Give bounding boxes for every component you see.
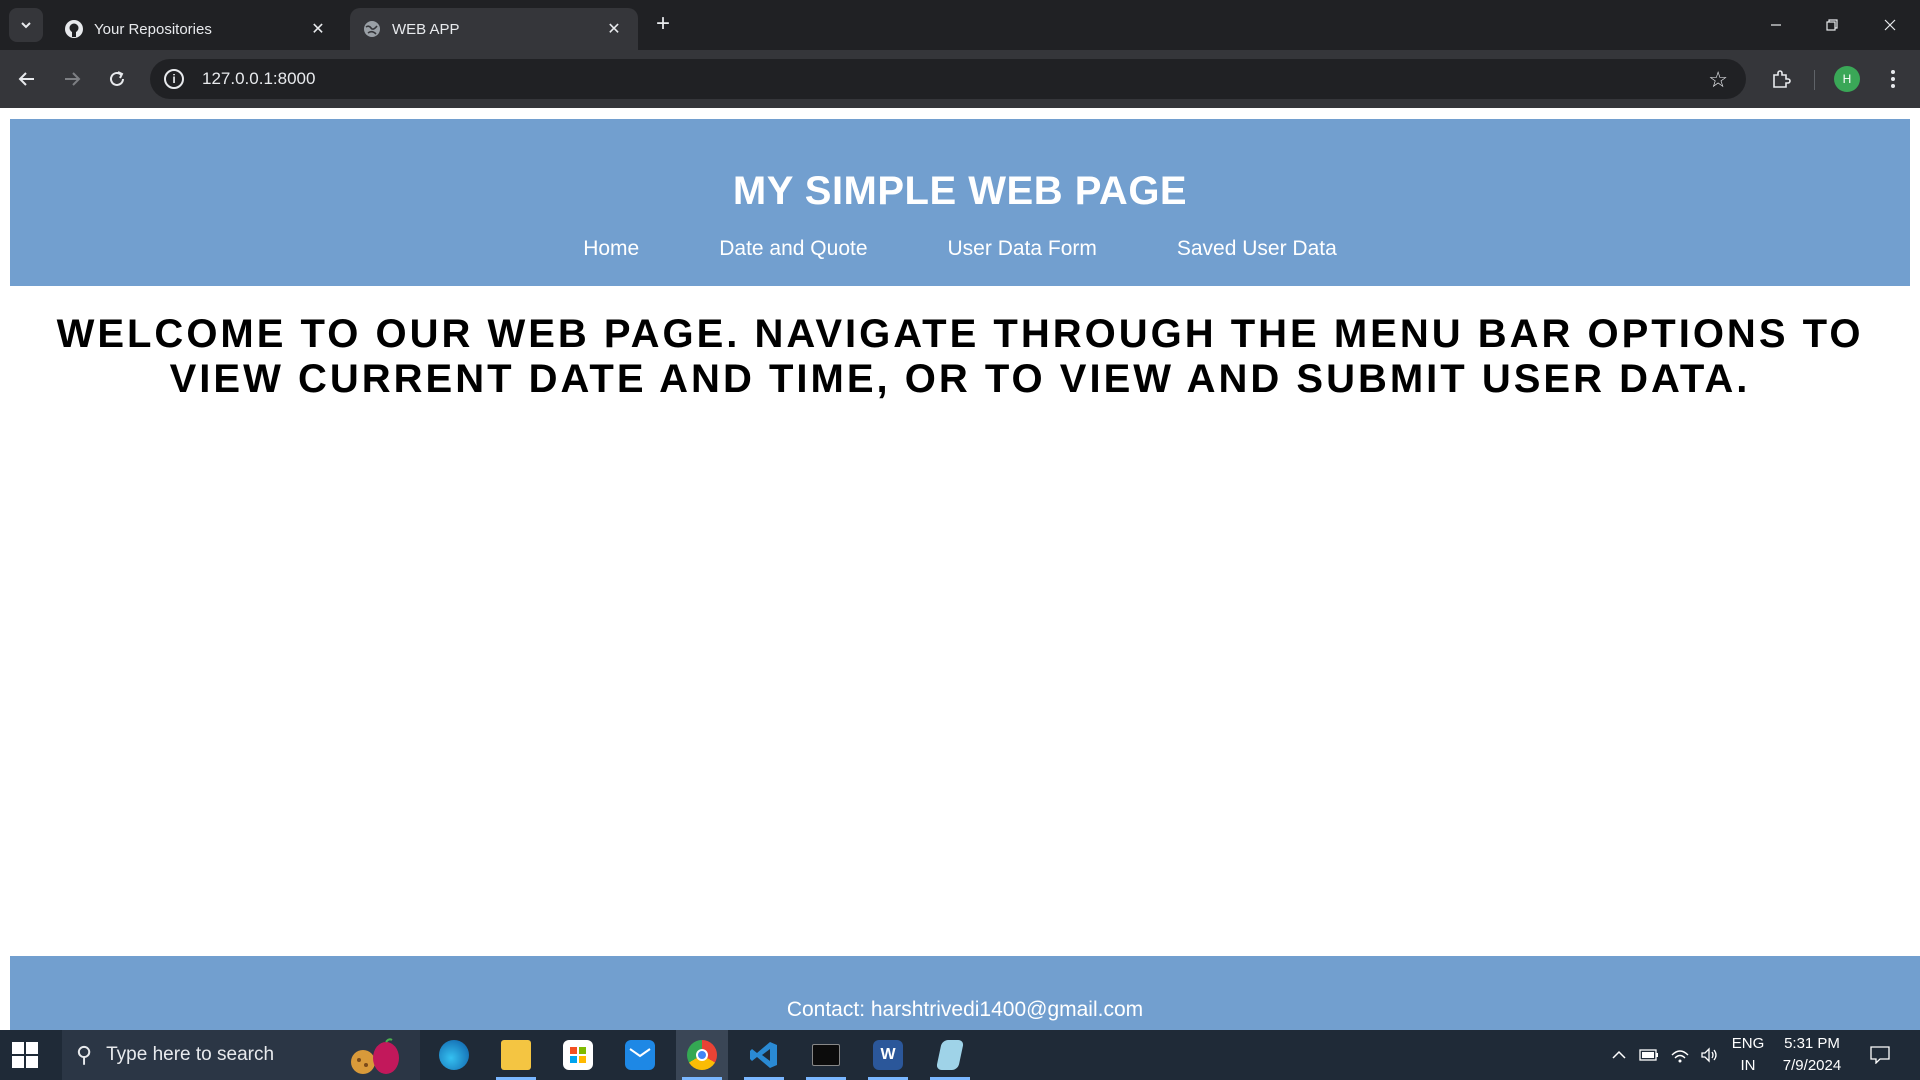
windows-logo-icon — [26, 1056, 38, 1068]
page-viewport: MY SIMPLE WEB PAGE Home Date and Quote U… — [0, 108, 1920, 1030]
back-button[interactable] — [10, 62, 44, 96]
language-code: ENG — [1731, 1035, 1765, 1052]
store-tiles-icon — [570, 1047, 586, 1063]
minimize-icon — [1771, 24, 1781, 26]
close-window-button[interactable] — [1870, 10, 1910, 40]
reload-icon — [110, 71, 124, 86]
battery-shape-icon — [1639, 1049, 1658, 1061]
browser-tab-strip: Your Repositories ✕ WEB APP ✕ + — [0, 0, 1920, 50]
clock-time: 5:31 PM — [1784, 1035, 1840, 1052]
windows-logo-icon — [26, 1042, 38, 1054]
chevron-down-icon — [21, 22, 31, 29]
browser-menu-button[interactable] — [1876, 62, 1910, 96]
site-title: MY SIMPLE WEB PAGE — [732, 169, 1188, 213]
chrome-icon — [687, 1040, 717, 1070]
nav-link-user-data-form[interactable]: User Data Form — [948, 237, 1097, 261]
close-icon[interactable]: ✕ — [308, 19, 328, 39]
nav-link-date-and-quote[interactable]: Date and Quote — [719, 237, 867, 261]
restore-button[interactable] — [1812, 10, 1852, 40]
search-placeholder: Type here to search — [106, 1044, 275, 1065]
search-highlight-icon — [351, 1038, 399, 1074]
arrow-right-icon — [65, 72, 81, 86]
minimize-button[interactable] — [1756, 10, 1796, 40]
taskbar-app-mail[interactable] — [614, 1030, 666, 1080]
restore-icon — [1826, 19, 1838, 31]
more-vertical-icon — [1891, 70, 1895, 88]
new-tab-button[interactable]: + — [650, 12, 676, 38]
arrow-left-icon — [18, 72, 34, 86]
tab-title: WEB APP — [392, 20, 460, 38]
taskbar-search-box[interactable]: ⚲ Type here to search — [62, 1030, 420, 1080]
tab-title: Your Repositories — [94, 20, 212, 38]
speaker-icon — [1701, 1047, 1717, 1063]
close-icon — [1884, 19, 1896, 31]
browser-toolbar: i 127.0.0.1:8000 ☆ — [0, 50, 1920, 108]
windows-logo-icon — [12, 1056, 24, 1068]
envelope-icon — [629, 1048, 651, 1058]
vscode-logo-icon — [750, 1042, 777, 1068]
contact-text: Contact: harshtrivedi1400@gmail.com — [786, 998, 1144, 1021]
toolbar-divider — [1814, 70, 1815, 90]
taskbar-app-notepad[interactable] — [924, 1030, 976, 1080]
notification-icon — [1870, 1046, 1890, 1064]
globe-icon — [362, 19, 382, 39]
reload-button[interactable] — [100, 62, 134, 96]
github-icon — [64, 19, 84, 39]
taskbar-app-store[interactable] — [552, 1030, 604, 1080]
windows-logo-icon — [12, 1042, 24, 1054]
clock[interactable]: 5:31 PM 7/9/2024 — [1772, 1033, 1852, 1077]
taskbar-app-edge[interactable] — [428, 1030, 480, 1080]
site-nav: Home Date and Quote User Data Form Saved… — [10, 237, 1910, 261]
address-text: 127.0.0.1:8000 — [202, 69, 316, 88]
volume-icon[interactable] — [1696, 1030, 1724, 1080]
site-footer: Contact: harshtrivedi1400@gmail.com — [10, 956, 1920, 1030]
puzzle-icon — [1773, 70, 1791, 88]
edge-icon — [439, 1040, 469, 1070]
nav-link-home[interactable]: Home — [583, 237, 639, 261]
tab-search-button[interactable] — [9, 8, 43, 42]
nav-link-saved-user-data[interactable]: Saved User Data — [1177, 237, 1337, 261]
extensions-button[interactable] — [1764, 62, 1798, 96]
bookmark-star-icon[interactable]: ☆ — [1708, 67, 1728, 93]
welcome-heading: Welcome to our web page. Navigate throug… — [56, 312, 1864, 401]
mail-icon — [625, 1040, 655, 1070]
chevron-up-icon — [1612, 1050, 1626, 1059]
taskbar-app-file-explorer[interactable] — [490, 1030, 542, 1080]
search-icon: ⚲ — [76, 1042, 93, 1067]
start-button[interactable] — [12, 1042, 38, 1068]
close-icon[interactable]: ✕ — [604, 19, 624, 39]
notifications-button[interactable] — [1862, 1030, 1898, 1080]
clock-date: 7/9/2024 — [1782, 1057, 1842, 1074]
show-hidden-icons-button[interactable] — [1606, 1030, 1632, 1080]
tab-your-repositories[interactable]: Your Repositories ✕ — [52, 8, 342, 50]
region-code: IN — [1740, 1057, 1756, 1074]
profile-avatar[interactable]: H — [1834, 66, 1860, 92]
battery-icon[interactable] — [1636, 1030, 1662, 1080]
site-header: MY SIMPLE WEB PAGE Home Date and Quote U… — [10, 119, 1910, 286]
file-explorer-icon — [501, 1040, 531, 1070]
store-icon — [563, 1040, 593, 1070]
taskbar-app-vscode[interactable] — [738, 1030, 790, 1080]
address-bar[interactable]: i 127.0.0.1:8000 ☆ — [150, 59, 1746, 99]
forward-button[interactable] — [55, 62, 89, 96]
site-info-icon[interactable]: i — [164, 69, 184, 89]
word-icon: W — [873, 1040, 903, 1070]
language-indicator[interactable]: ENG IN — [1728, 1033, 1768, 1077]
taskbar-app-terminal[interactable] — [800, 1030, 852, 1080]
taskbar-app-chrome[interactable] — [676, 1030, 728, 1080]
notepad-icon — [935, 1040, 965, 1070]
tab-web-app[interactable]: WEB APP ✕ — [350, 8, 638, 50]
taskbar-app-word[interactable]: W — [862, 1030, 914, 1080]
network-icon[interactable] — [1666, 1030, 1694, 1080]
wifi-icon — [1671, 1050, 1689, 1063]
taskbar: ⚲ Type here to search W ENG IN 5:31 PM 7… — [0, 1030, 1920, 1080]
vscode-icon — [749, 1040, 779, 1070]
terminal-icon — [812, 1044, 840, 1066]
